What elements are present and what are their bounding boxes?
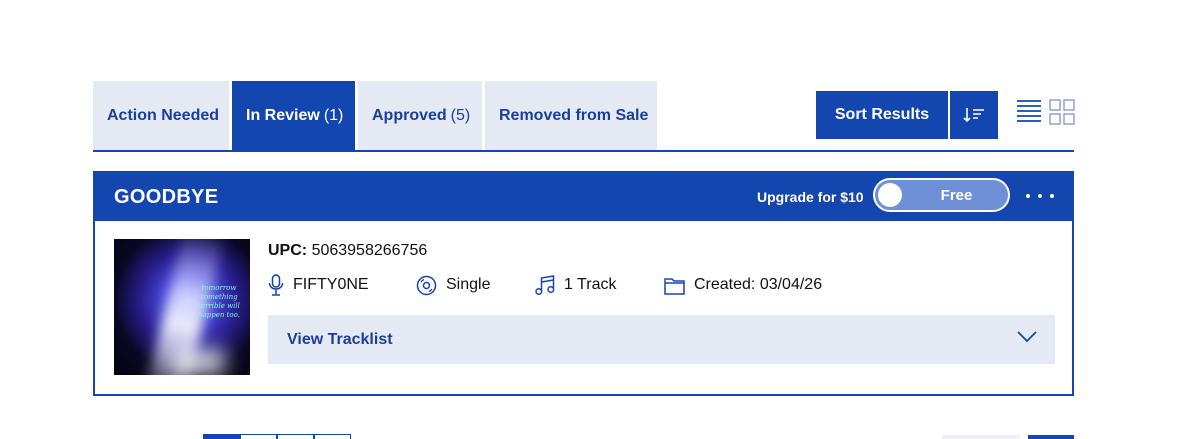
pagination [203, 434, 351, 439]
release-type: Single [446, 276, 491, 293]
pagination-button[interactable] [314, 434, 351, 439]
tab-removed-from-sale[interactable]: Removed from Sale [485, 81, 657, 150]
track-count: 1 Track [564, 276, 617, 293]
bottom-primary-button[interactable] [1028, 435, 1074, 439]
disc-icon [416, 275, 437, 295]
tab-label: In Review [246, 106, 320, 124]
bottom-secondary-button[interactable] [942, 435, 1020, 439]
list-view-button[interactable] [1016, 99, 1042, 125]
more-dot-icon [1050, 194, 1054, 198]
tab-label: Action Needed [107, 106, 220, 124]
toggle-label: Free [940, 187, 973, 204]
more-options-button[interactable] [1026, 186, 1054, 206]
music-note-icon [535, 274, 555, 295]
pagination-button[interactable] [240, 434, 277, 439]
more-dot-icon [1038, 194, 1042, 198]
release-title: GOODBYE [114, 186, 219, 208]
grid-view-button[interactable] [1049, 99, 1075, 125]
microphone-icon [268, 274, 284, 296]
sort-direction-button[interactable] [950, 91, 998, 139]
grid-view-icon [1049, 99, 1075, 125]
tab-approved[interactable]: Approved (5) [358, 81, 482, 150]
cover-glow [174, 349, 224, 375]
plan-toggle[interactable]: Free [873, 178, 1010, 212]
tab-label: Approved [372, 106, 447, 124]
release-card-header: GOODBYE Upgrade for $10 Free [93, 171, 1074, 221]
pagination-button[interactable] [277, 434, 314, 439]
list-view-icon [1017, 100, 1041, 122]
chevron-down-icon [1017, 331, 1037, 343]
meta-artist: FIFTY0NE [268, 273, 369, 297]
tab-count: (1) [323, 106, 344, 124]
folder-icon [664, 277, 685, 295]
toggle-knob [878, 183, 902, 207]
upc-line: UPC: 5063958266756 [268, 242, 427, 260]
tab-label: Removed from Sale [499, 106, 649, 124]
tab-in-review[interactable]: In Review (1) [232, 81, 355, 150]
view-tracklist-label: View Tracklist [287, 331, 393, 348]
upgrade-label: Upgrade for $10 [757, 189, 864, 205]
sort-results-button[interactable]: Sort Results [816, 91, 948, 139]
tabs-divider [93, 150, 1074, 152]
album-cover[interactable]: tomorrow something terrible will happen … [114, 239, 250, 375]
pagination-button[interactable] [203, 434, 240, 439]
tab-action-needed[interactable]: Action Needed [93, 81, 229, 150]
upc-value: 5063958266756 [311, 242, 428, 259]
tab-count: (5) [450, 106, 471, 124]
artist-name: FIFTY0NE [293, 276, 369, 293]
upc-label: UPC: [268, 242, 308, 259]
release-card-body: tomorrow something terrible will happen … [93, 221, 1074, 396]
sort-descending-icon [963, 108, 984, 123]
meta-tracks: 1 Track [535, 273, 616, 297]
sort-results-label: Sort Results [834, 106, 930, 123]
meta-type: Single [416, 273, 490, 297]
more-dot-icon [1026, 194, 1030, 198]
meta-created: Created: 03/04/26 [664, 273, 822, 297]
created-date: Created: 03/04/26 [694, 276, 823, 293]
status-tabs: Action Needed In Review (1) Approved (5)… [93, 81, 657, 150]
view-tracklist-accordion[interactable]: View Tracklist [268, 315, 1055, 364]
cover-text: tomorrow something terrible will happen … [198, 284, 240, 319]
